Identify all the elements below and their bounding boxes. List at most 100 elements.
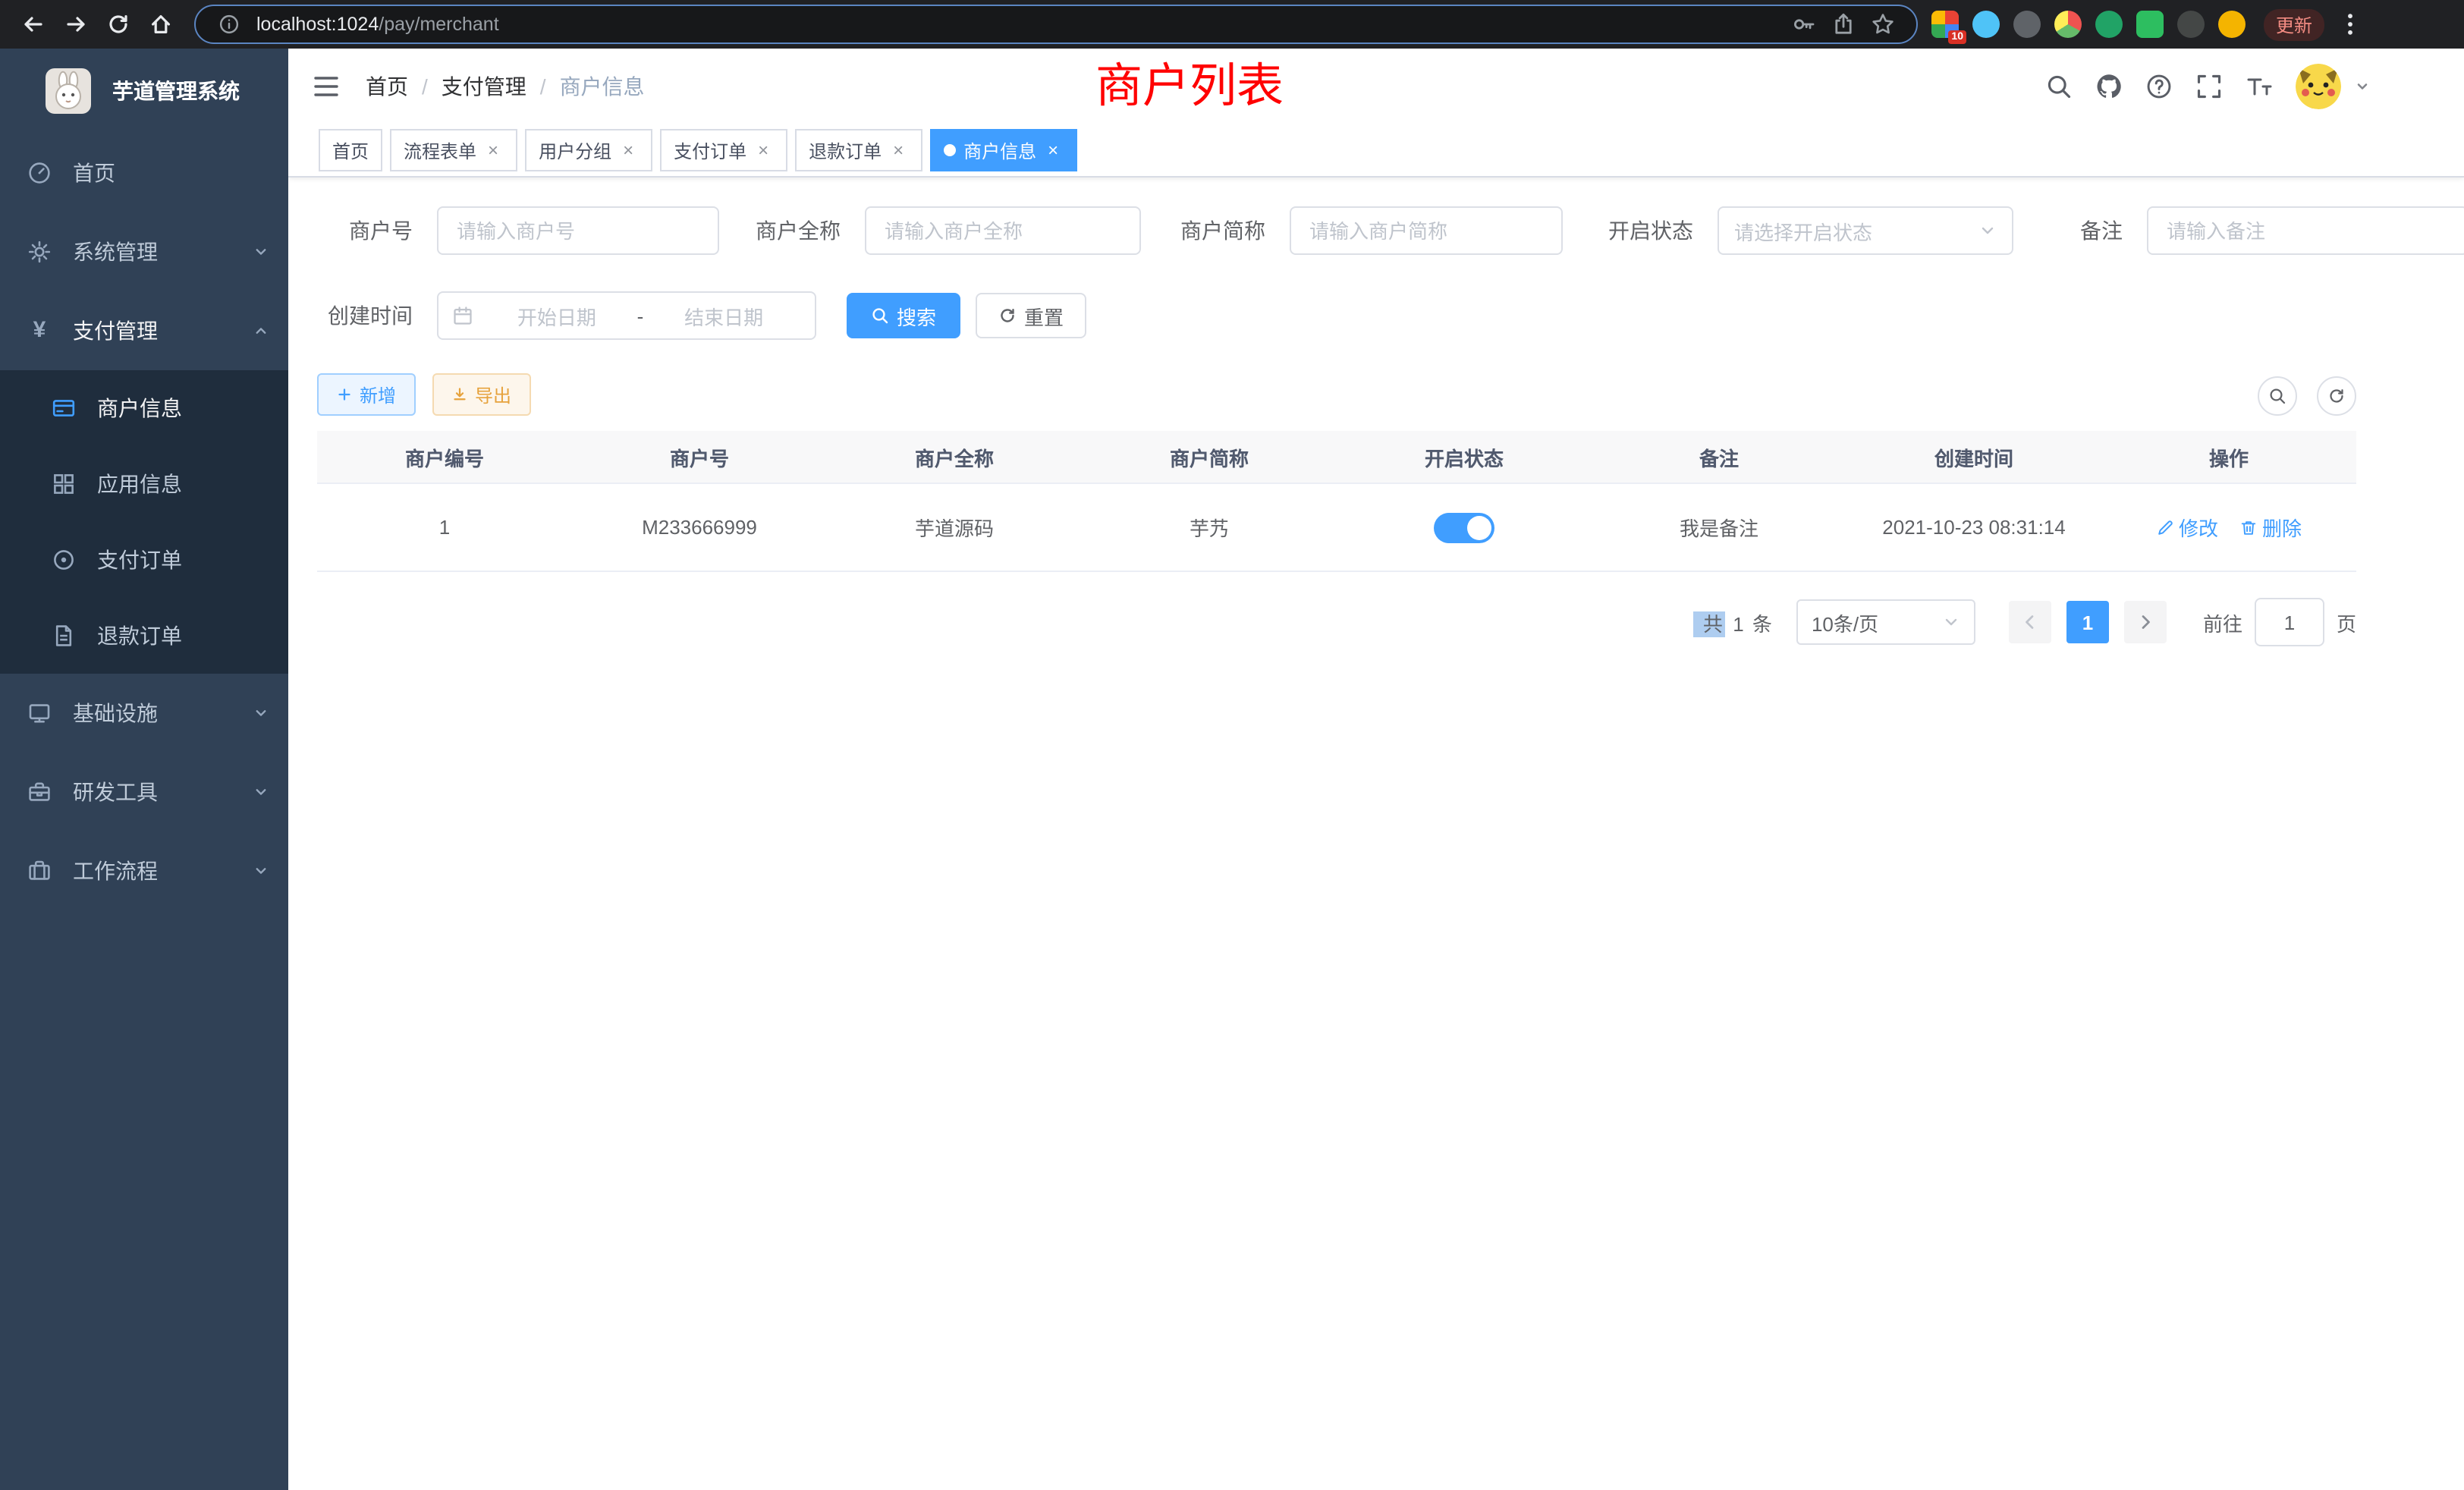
sidebar-item-infrastructure[interactable]: 基础设施 [0, 674, 288, 753]
tab-label: 退款订单 [809, 137, 882, 163]
sidebar-item-workflow[interactable]: 工作流程 [0, 831, 288, 910]
end-date-placeholder: 结束日期 [646, 301, 801, 330]
browser-back-icon[interactable] [15, 6, 52, 42]
app-title: 芋道管理系统 [112, 76, 240, 106]
tab-user-group[interactable]: 用户分组 × [525, 129, 652, 171]
extension-icon-8[interactable] [2218, 11, 2246, 38]
extension-icon-4[interactable] [2054, 11, 2082, 38]
merchant-short-name-input[interactable] [1290, 206, 1563, 255]
close-icon[interactable]: × [482, 140, 504, 161]
col-header: 商户号 [572, 442, 827, 471]
edit-link[interactable]: 修改 [2156, 513, 2218, 542]
site-info-icon[interactable] [214, 9, 244, 39]
extension-icon-3[interactable] [2013, 11, 2041, 38]
browser-update-button[interactable]: 更新 [2264, 8, 2324, 40]
status-select[interactable]: 请选择开启状态 [1718, 206, 2013, 255]
sidebar-item-app-info[interactable]: 应用信息 [0, 446, 288, 522]
prev-page-button[interactable] [2009, 601, 2051, 643]
extension-icon-7[interactable] [2177, 11, 2205, 38]
briefcase-icon [27, 859, 52, 883]
start-date-placeholder: 开始日期 [479, 301, 634, 330]
extension-icon-5[interactable] [2095, 11, 2123, 38]
tab-refund-order[interactable]: 退款订单 × [795, 129, 922, 171]
cell-merchant-no: M233666999 [572, 516, 827, 539]
remark-input[interactable] [2147, 206, 2464, 255]
create-time-range-picker[interactable]: 开始日期 - 结束日期 [437, 291, 816, 340]
reset-button[interactable]: 重置 [976, 293, 1086, 338]
search-icon[interactable] [2045, 73, 2073, 100]
extension-icon-1[interactable]: 10 [1931, 11, 1959, 38]
fullscreen-icon[interactable] [2195, 73, 2223, 100]
browser-menu-icon[interactable] [2337, 11, 2364, 38]
close-icon[interactable]: × [753, 140, 774, 161]
total-suffix: 条 [1752, 612, 1774, 635]
chevron-down-icon [252, 243, 270, 261]
sidebar-item-dev-tools[interactable]: 研发工具 [0, 753, 288, 831]
help-icon[interactable] [2145, 73, 2173, 100]
user-avatar[interactable] [2296, 64, 2341, 109]
sidebar-item-merchant-info[interactable]: 商户信息 [0, 370, 288, 446]
font-size-icon[interactable] [2246, 73, 2273, 100]
tab-label: 用户分组 [539, 137, 611, 163]
extension-badge: 10 [1948, 30, 1966, 44]
tab-process-form[interactable]: 流程表单× [390, 129, 517, 171]
extension-icon-6[interactable] [2136, 11, 2164, 38]
merchant-name-input[interactable] [865, 206, 1141, 255]
status-toggle[interactable] [1434, 512, 1494, 542]
col-header: 商户全称 [827, 442, 1082, 471]
breadcrumb-payment[interactable]: 支付管理 [442, 71, 526, 102]
logo-rabbit-icon [46, 68, 91, 114]
github-icon[interactable] [2095, 73, 2123, 100]
next-page-button[interactable] [2124, 601, 2167, 643]
merchant-name-label: 商户全称 [756, 215, 841, 246]
sidebar-item-payment[interactable]: ¥ 支付管理 [0, 291, 288, 370]
edit-label: 修改 [2179, 513, 2218, 542]
sidebar-item-home[interactable]: 首页 [0, 134, 288, 212]
add-button[interactable]: 新增 [317, 373, 416, 416]
page-number-1[interactable]: 1 [2066, 601, 2109, 643]
extension-icon-2[interactable] [1972, 11, 2000, 38]
bookmark-star-icon[interactable] [1868, 9, 1898, 39]
goto-page-input[interactable] [2255, 598, 2324, 646]
breadcrumb-home[interactable]: 首页 [366, 71, 408, 102]
tags-view-bar: 首页 流程表单× 用户分组 × 支付订单× 退款订单 × 商户信息× [288, 124, 2464, 178]
yen-icon: ¥ [27, 319, 52, 343]
merchant-no-input[interactable] [437, 206, 719, 255]
cell-create-time: 2021-10-23 08:31:14 [1846, 516, 2101, 539]
pagination: 共 1 条 10条/页 1 前往 页 [1694, 601, 2356, 643]
total-count: 1 [1733, 612, 1745, 635]
col-header: 操作 [2101, 442, 2356, 471]
sidebar-item-refund-order[interactable]: 退款订单 [0, 598, 288, 674]
close-icon[interactable]: × [1042, 140, 1064, 161]
navbar-actions [2045, 49, 2370, 124]
avatar-caret-icon[interactable] [2355, 79, 2370, 94]
url-path: /pay/merchant [379, 14, 498, 35]
table-row: 1 M233666999 芋道源码 芋艿 我是备注 2021-10-23 08:… [317, 484, 2356, 572]
show-search-toggle-icon[interactable] [2258, 376, 2297, 416]
page-size-select[interactable]: 10条/页 [1796, 599, 1975, 645]
tab-home[interactable]: 首页 [319, 129, 382, 171]
browser-reload-icon[interactable] [100, 6, 137, 42]
tab-pay-order[interactable]: 支付订单× [660, 129, 787, 171]
share-icon[interactable] [1828, 9, 1859, 39]
delete-link[interactable]: 删除 [2239, 513, 2302, 542]
col-header: 商户简称 [1082, 442, 1337, 471]
refresh-icon [998, 306, 1017, 325]
browser-home-icon[interactable] [143, 6, 179, 42]
cell-actions: 修改 删除 [2101, 513, 2356, 542]
close-icon[interactable]: × [888, 140, 909, 161]
address-bar[interactable]: localhost:1024/pay/merchant [194, 5, 1918, 44]
red-annotation-title: 商户列表 [1095, 53, 1284, 120]
refresh-table-icon[interactable] [2317, 376, 2356, 416]
tab-merchant-info[interactable]: 商户信息× [930, 129, 1077, 171]
browser-forward-icon[interactable] [58, 6, 94, 42]
export-button[interactable]: 导出 [432, 373, 531, 416]
search-button[interactable]: 搜索 [847, 293, 960, 338]
sidebar-item-system[interactable]: 系统管理 [0, 212, 288, 291]
chevron-down-icon [252, 704, 270, 722]
sidebar-item-label: 支付管理 [73, 316, 158, 346]
close-icon[interactable]: × [618, 140, 639, 161]
password-key-icon[interactable] [1789, 9, 1819, 39]
sidebar-item-pay-order[interactable]: 支付订单 [0, 522, 288, 598]
hamburger-icon[interactable] [311, 71, 341, 102]
